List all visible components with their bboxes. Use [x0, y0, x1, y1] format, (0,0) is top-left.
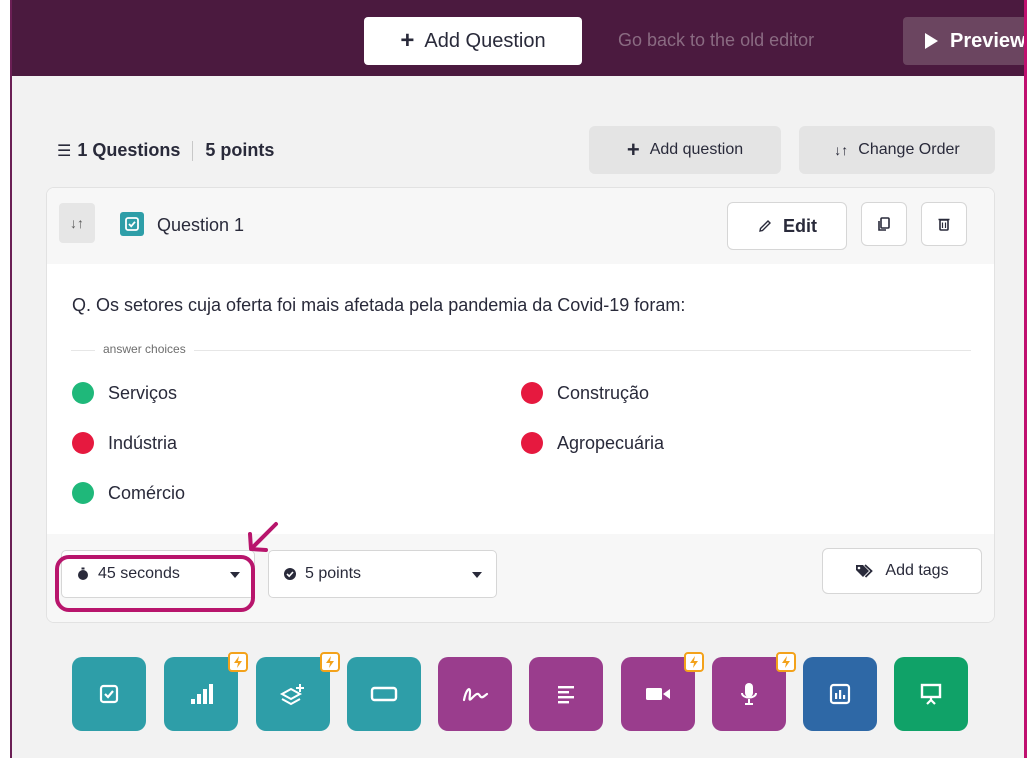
duplicate-button[interactable]: [861, 202, 907, 246]
open-ended-icon: [558, 686, 574, 704]
change-order-label: Change Order: [858, 141, 960, 158]
old-editor-link[interactable]: Go back to the old editor: [618, 30, 814, 51]
incorrect-indicator-icon: [521, 432, 543, 454]
edit-button[interactable]: Edit: [727, 202, 847, 250]
add-question-top-label: Add Question: [424, 29, 546, 52]
sort-icon: ↓↑: [70, 215, 84, 231]
add-question-button[interactable]: + Add question: [589, 126, 781, 174]
questions-count: 1 Questions: [77, 140, 181, 160]
correct-indicator-icon: [72, 482, 94, 504]
audio-question-type[interactable]: [712, 657, 786, 731]
trash-icon: [938, 218, 950, 231]
multiple-choice-icon: [120, 212, 144, 236]
preview-button[interactable]: Preview: [903, 17, 1024, 65]
pencil-icon: [759, 220, 771, 232]
checkbox-question-type[interactable]: [72, 657, 146, 731]
premium-bolt-icon: [320, 652, 340, 672]
play-icon: [925, 33, 938, 49]
list-icon: ☰: [57, 142, 72, 160]
answer-choice: Indústria: [72, 432, 177, 454]
premium-bolt-icon: [684, 652, 704, 672]
points-value: 5 points: [305, 565, 362, 582]
video-response-icon: [646, 688, 670, 700]
quiz-summary: ☰ 1 Questions 5 points: [57, 140, 274, 161]
answer-choice: Agropecuária: [521, 432, 664, 454]
answer-choice-label: Indústria: [108, 432, 178, 453]
poll-bars-icon: [191, 684, 213, 704]
plus-icon: +: [400, 27, 415, 54]
add-question-label: Add question: [649, 141, 744, 158]
answer-choice-label: Serviços: [108, 382, 178, 403]
draw-labels-icon: [279, 684, 304, 706]
preview-label: Preview: [950, 29, 1024, 52]
answer-choice-label: Construção: [557, 382, 650, 403]
answer-choice: Construção: [521, 382, 649, 404]
correct-indicator-icon: [72, 382, 94, 404]
incorrect-indicator-icon: [521, 382, 543, 404]
total-points: 5 points: [205, 140, 275, 160]
edit-label: Edit: [783, 215, 817, 236]
summary-separator: [192, 140, 194, 161]
window-right-border: [1024, 0, 1027, 758]
answer-choice: Serviços: [72, 382, 177, 404]
caret-down-icon: [472, 572, 482, 578]
poll-question-type[interactable]: [164, 657, 238, 731]
answer-choices-divider: [71, 350, 971, 351]
delete-button[interactable]: [921, 202, 967, 246]
question-title: Question 1: [157, 215, 245, 235]
question-card-header: ↓↑ Question 1 Edit: [47, 188, 994, 264]
draw-icon: [462, 688, 489, 702]
labeling-question-type[interactable]: [256, 657, 330, 731]
add-tags-button[interactable]: Add tags: [822, 548, 982, 594]
sort-icon: ↓↑: [834, 142, 849, 158]
open-ended-question-type[interactable]: [529, 657, 603, 731]
add-tags-label: Add tags: [885, 562, 949, 579]
draw-question-type[interactable]: [438, 657, 512, 731]
copy-icon: [878, 217, 890, 231]
question-text: Q. Os setores cuja oferta foi mais afeta…: [72, 295, 686, 315]
plus-icon: +: [626, 137, 640, 162]
fill-blank-icon: [370, 686, 398, 702]
annotation-arrow-icon: [248, 522, 278, 552]
answer-choice-label: Agropecuária: [557, 432, 665, 453]
presentation-slide-icon: [920, 683, 942, 705]
chart-slide-type[interactable]: [803, 657, 877, 731]
answer-choice-label: Comércio: [108, 482, 186, 503]
answer-choice: Comércio: [72, 482, 185, 504]
change-order-button[interactable]: ↓↑ Change Order: [799, 126, 995, 174]
reorder-handle[interactable]: ↓↑: [59, 203, 95, 243]
presentation-slide-type[interactable]: [894, 657, 968, 731]
premium-bolt-icon: [776, 652, 796, 672]
points-dropdown[interactable]: 5 points: [268, 550, 497, 598]
check-circle-icon: [284, 568, 296, 580]
add-question-top-button[interactable]: + Add Question: [364, 17, 582, 65]
incorrect-indicator-icon: [72, 432, 94, 454]
audio-response-icon: [741, 683, 757, 705]
premium-bolt-icon: [228, 652, 248, 672]
chart-slide-icon: [829, 683, 851, 705]
fill-blank-question-type[interactable]: [347, 657, 421, 731]
checkbox-icon: [99, 684, 119, 704]
time-limit-highlight: [55, 555, 255, 612]
answer-choices-label: answer choices: [95, 342, 194, 356]
tags-icon: [856, 564, 874, 578]
